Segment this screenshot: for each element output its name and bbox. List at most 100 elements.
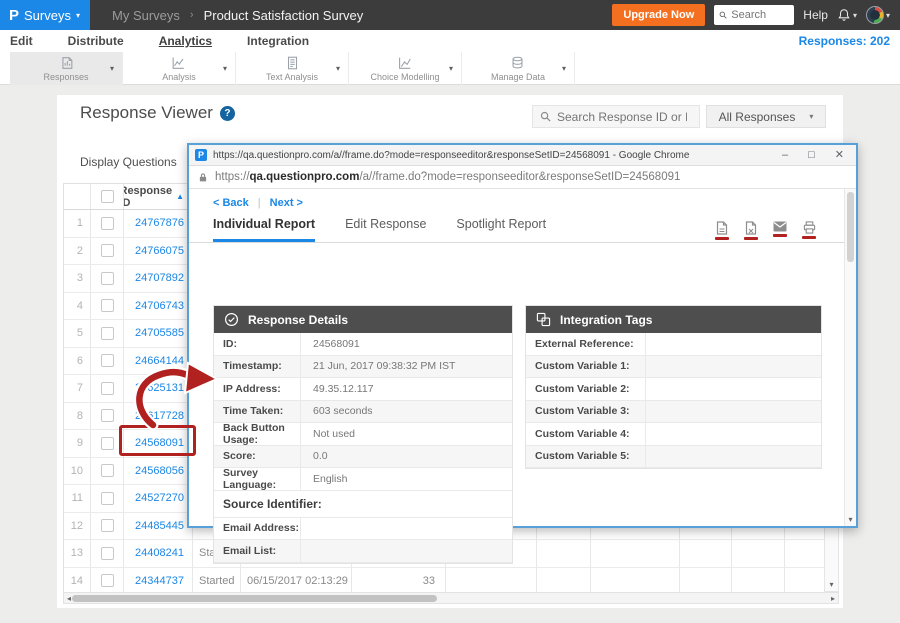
detail-row-label: Email Address:	[214, 518, 301, 540]
close-button[interactable]: ✕	[835, 150, 844, 161]
chevron-down-icon[interactable]: ▾	[223, 64, 227, 73]
response-id-link[interactable]: 24767876	[124, 210, 193, 237]
detail-row-value: English	[301, 468, 512, 490]
pdf-export-button[interactable]	[715, 221, 729, 240]
row-checkbox[interactable]	[101, 382, 114, 395]
back-link[interactable]: < Back	[213, 197, 249, 209]
menu-analytics[interactable]: Analytics	[159, 34, 212, 48]
chevron-down-icon[interactable]: ▾	[110, 64, 114, 73]
toolbar-text-analysis[interactable]: Text Analysis ▾	[236, 52, 349, 85]
row-checkbox[interactable]	[101, 327, 114, 340]
breadcrumb-my-surveys[interactable]: My Surveys	[112, 8, 180, 23]
maximize-button[interactable]: □	[808, 150, 815, 161]
window-titlebar[interactable]: P https://qa.questionpro.com/a//frame.do…	[189, 145, 856, 166]
scroll-down-icon[interactable]: ▾	[825, 578, 838, 591]
response-time-taken: 33	[352, 568, 446, 595]
row-number: 5	[64, 320, 91, 347]
row-checkbox[interactable]	[101, 574, 114, 587]
row-checkbox[interactable]	[101, 492, 114, 505]
response-id-link[interactable]: 24408241	[124, 540, 193, 567]
row-checkbox[interactable]	[101, 244, 114, 257]
response-id-link[interactable]: 24706743	[124, 293, 193, 320]
toolbar-analysis[interactable]: Analysis ▾	[123, 52, 236, 85]
address-bar[interactable]: https://qa.questionpro.com/a//frame.do?m…	[189, 166, 856, 189]
row-checkbox[interactable]	[101, 464, 114, 477]
table-horizontal-scrollbar[interactable]: ◂ ▸	[63, 592, 839, 604]
detail-row-label: ID:	[214, 333, 301, 355]
help-link[interactable]: Help	[803, 8, 828, 22]
menu-distribute[interactable]: Distribute	[68, 34, 124, 48]
response-id-link[interactable]: 24707892	[124, 265, 193, 292]
header-response-id[interactable]: Response ID▲	[124, 184, 193, 209]
row-checkbox[interactable]	[101, 437, 114, 450]
row-checkbox[interactable]	[101, 519, 114, 532]
choice-modelling-icon	[396, 55, 413, 71]
response-id-link[interactable]: 24766075	[124, 238, 193, 265]
response-id-link[interactable]: 24527270	[124, 485, 193, 512]
menu-edit[interactable]: Edit	[10, 34, 33, 48]
account-menu[interactable]: ▾	[866, 6, 890, 24]
tab-spotlight-report[interactable]: Spotlight Report	[456, 217, 546, 242]
row-number: 10	[64, 458, 91, 485]
integration-row-label: Custom Variable 3:	[526, 401, 646, 423]
help-icon[interactable]: ?	[220, 106, 235, 121]
row-checkbox[interactable]	[101, 217, 114, 230]
toolbar-choice-modelling[interactable]: Choice Modelling ▾	[349, 52, 462, 85]
integration-row-label: Custom Variable 5:	[526, 446, 646, 468]
row-checkbox[interactable]	[101, 354, 114, 367]
detail-row-value: 21 Jun, 2017 09:38:32 PM IST	[301, 356, 512, 378]
minimize-button[interactable]: –	[782, 150, 788, 161]
detail-row: Email Address:	[214, 518, 512, 541]
scroll-down-icon[interactable]: ▾	[845, 513, 856, 525]
word-export-button[interactable]	[744, 221, 758, 240]
row-checkbox[interactable]	[101, 272, 114, 285]
select-all-checkbox[interactable]	[101, 190, 114, 203]
tab-individual-report[interactable]: Individual Report	[213, 217, 315, 242]
row-checkbox[interactable]	[101, 409, 114, 422]
row-checkbox-cell	[91, 210, 124, 237]
detail-row: Timestamp:21 Jun, 2017 09:38:32 PM IST	[214, 356, 512, 379]
chevron-down-icon[interactable]: ▾	[336, 64, 340, 73]
row-checkbox-cell	[91, 513, 124, 540]
response-id-link[interactable]: 24485445	[124, 513, 193, 540]
toolbar-label: Responses	[43, 72, 88, 82]
upgrade-button[interactable]: Upgrade Now	[612, 4, 705, 26]
response-search-input[interactable]	[557, 110, 687, 124]
product-switcher[interactable]: P Surveys ▾	[0, 0, 90, 30]
integration-row: External Reference:	[526, 333, 821, 356]
empty-cell	[537, 568, 591, 595]
product-name: Surveys	[24, 8, 71, 23]
response-id-link[interactable]: 24705585	[124, 320, 193, 347]
integration-row-label: Custom Variable 2:	[526, 378, 646, 400]
toolbar-responses[interactable]: Responses ▾	[10, 52, 123, 85]
response-id-link[interactable]: 24344737	[124, 568, 193, 595]
global-search-input[interactable]	[731, 9, 789, 21]
source-identifier-section: Source Identifier:	[214, 491, 512, 518]
response-id-link[interactable]: 24568056	[124, 458, 193, 485]
notifications-menu[interactable]: ▾	[837, 8, 857, 22]
response-filter-dropdown[interactable]: All Responses ▾	[706, 105, 826, 128]
scrollbar-thumb[interactable]	[847, 192, 854, 262]
popup-vertical-scrollbar[interactable]: ▾	[844, 189, 856, 526]
integration-row: Custom Variable 2:	[526, 378, 821, 401]
integration-row: Custom Variable 1:	[526, 356, 821, 379]
email-export-button[interactable]	[773, 221, 787, 240]
row-checkbox[interactable]	[101, 547, 114, 560]
scrollbar-thumb[interactable]	[72, 595, 437, 602]
menu-integration[interactable]: Integration	[247, 34, 309, 48]
row-number: 14	[64, 568, 91, 595]
tab-edit-response[interactable]: Edit Response	[345, 217, 426, 242]
search-icon	[719, 10, 727, 20]
next-link[interactable]: Next >	[270, 197, 303, 209]
detail-row: Back Button Usage:Not used	[214, 423, 512, 446]
toolbar-manage-data[interactable]: Manage Data ▾	[462, 52, 575, 85]
responses-icon	[58, 55, 75, 71]
print-button[interactable]	[802, 221, 816, 240]
breadcrumb: My Surveys › Product Satisfaction Survey	[112, 8, 363, 23]
survey-menubar: Edit Distribute Analytics Integration Re…	[0, 30, 900, 52]
chevron-down-icon[interactable]: ▾	[562, 64, 566, 73]
underline	[744, 237, 758, 240]
scroll-right-icon[interactable]: ▸	[828, 593, 838, 603]
chevron-down-icon[interactable]: ▾	[449, 64, 453, 73]
row-checkbox[interactable]	[101, 299, 114, 312]
